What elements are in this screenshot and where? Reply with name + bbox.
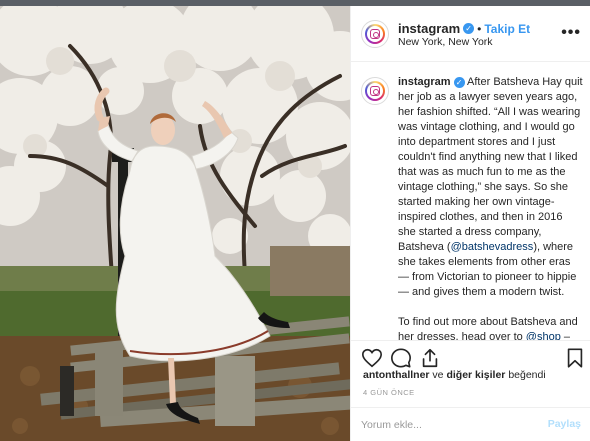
separator-dot: • (477, 22, 482, 36)
heart-icon[interactable] (361, 347, 383, 369)
post-photo[interactable] (0, 6, 350, 441)
more-options-icon[interactable]: ••• (561, 24, 581, 42)
likes-others-link[interactable]: diğer kişiler (446, 369, 505, 381)
instagram-logo-icon (370, 29, 380, 39)
post-comment-button[interactable]: Paylaş (548, 418, 581, 430)
mention-link[interactable]: @shop (526, 331, 561, 340)
comment-icon[interactable] (390, 347, 412, 369)
likes-summary: antonthallner ve diğer kişiler beğendi (363, 369, 546, 381)
caption-text-1: After Batsheva Hay quit her job as a law… (398, 76, 583, 253)
instagram-logo-icon (370, 86, 380, 96)
photo-illustration (0, 6, 350, 441)
caption-area[interactable]: instagram ✓ After Batsheva Hay quit her j… (351, 63, 590, 340)
comment-bar: Paylaş (351, 407, 590, 441)
likes-username[interactable]: antonthallner (363, 369, 430, 381)
verified-badge-icon: ✓ (453, 76, 465, 88)
post-timestamp[interactable]: 4 GÜN ÖNCE (363, 388, 415, 397)
caption-username[interactable]: instagram (398, 76, 451, 88)
comment-input[interactable] (361, 416, 541, 434)
caption-author-avatar[interactable] (361, 77, 389, 105)
action-bar (351, 340, 590, 372)
follow-button[interactable]: Takip Et (484, 22, 530, 36)
verified-badge-icon: ✓ (463, 23, 475, 35)
likes-suffix: beğendi (505, 369, 546, 381)
post-side-panel: instagram ✓ • Takip Et New York, New York •… (350, 6, 590, 441)
post-caption: instagram ✓ After Batsheva Hay quit her j… (398, 75, 583, 340)
author-username[interactable]: instagram (398, 21, 460, 36)
mention-link[interactable]: @batshevadress (451, 241, 534, 253)
bookmark-icon[interactable] (564, 347, 586, 369)
share-icon[interactable] (419, 347, 441, 369)
post-header: instagram ✓ • Takip Et New York, New York •… (351, 6, 590, 62)
author-avatar[interactable] (361, 20, 389, 48)
post-location[interactable]: New York, New York (398, 36, 493, 48)
likes-connector: ve (429, 369, 447, 381)
